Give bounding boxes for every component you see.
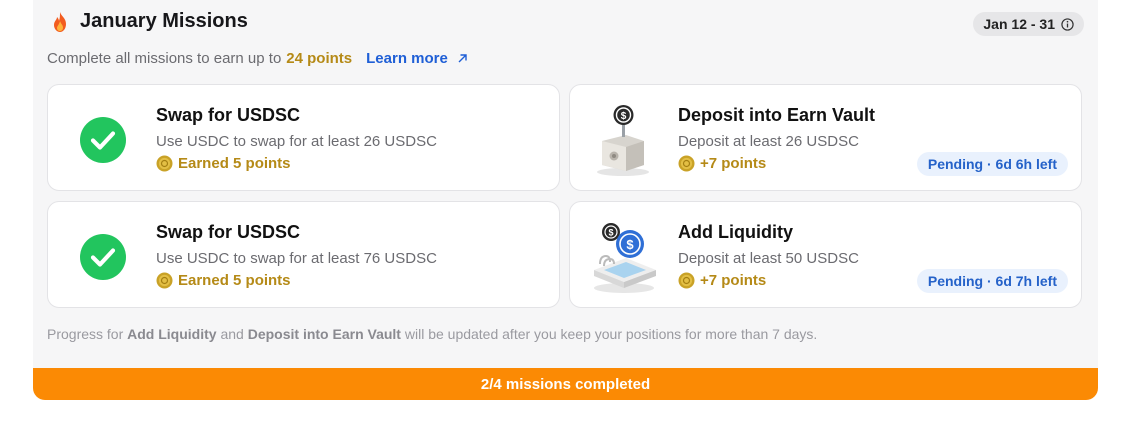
arrow-up-right-icon xyxy=(458,54,467,63)
note-suffix: will be updated after you keep your posi… xyxy=(404,326,818,342)
svg-text:$: $ xyxy=(626,237,634,252)
mission-points-label: Earned 5 points xyxy=(178,155,291,172)
learn-more-label: Learn more xyxy=(366,50,448,67)
check-circle-icon xyxy=(80,117,126,163)
mission-title: Swap for USDSC xyxy=(156,105,301,125)
date-range-badge[interactable]: Jan 12 - 31 xyxy=(973,12,1084,36)
fire-icon xyxy=(54,11,66,32)
subtitle: Complete all missions to earn up to 24 p… xyxy=(47,50,468,67)
mission-points: Earned 5 points xyxy=(156,272,291,289)
coin-icon xyxy=(678,272,695,289)
mission-title: Swap for USDSC xyxy=(156,222,301,242)
mission-description: Deposit at least 26 USDSC xyxy=(678,133,859,150)
mission-points: +7 points xyxy=(678,272,766,289)
mission-card[interactable]: Swap for USDSC Use USDC to swap for at l… xyxy=(47,201,560,308)
page-title: January Missions xyxy=(80,10,248,32)
safe-illustration: $ xyxy=(597,105,649,176)
note-prefix: Progress for xyxy=(47,326,124,342)
note-and: and xyxy=(220,326,244,342)
progress-label: 2/4 missions completed xyxy=(480,375,651,393)
note-item-deposit-vault: Deposit into Earn Vault xyxy=(247,326,401,342)
subtitle-text: Complete all missions to earn up to xyxy=(47,50,282,67)
svg-text:$: $ xyxy=(621,111,627,122)
mission-points-label: +7 points xyxy=(700,155,767,172)
mission-card[interactable]: $ Deposit into Earn Vault Deposit at lea… xyxy=(569,84,1082,191)
mission-points: Earned 5 points xyxy=(156,155,291,172)
check-circle-icon xyxy=(80,234,126,280)
pending-badge: Pending · 6d 7h left xyxy=(916,269,1068,293)
mission-points-label: +7 points xyxy=(700,272,767,289)
progress-bar: 2/4 missions completed xyxy=(33,368,1098,400)
mission-points: +7 points xyxy=(678,155,766,172)
mission-title: Deposit into Earn Vault xyxy=(678,105,876,125)
learn-more-link[interactable]: Learn more xyxy=(366,50,468,67)
note-item-add-liquidity: Add Liquidity xyxy=(127,326,217,342)
svg-text:$: $ xyxy=(608,228,613,238)
progress-note: Progress for Add Liquidity and Deposit i… xyxy=(47,326,817,342)
panel-header: January Missions xyxy=(50,10,248,33)
coin-icon xyxy=(156,272,173,289)
coin-icon xyxy=(678,155,695,172)
pool-illustration: $ $ xyxy=(594,223,656,293)
pending-badge: Pending · 6d 6h left xyxy=(916,152,1068,176)
missions-panel: January Missions Jan 12 - 31 Complete al… xyxy=(33,0,1098,400)
mission-card[interactable]: Swap for USDSC Use USDC to swap for at l… xyxy=(47,84,560,191)
max-points: 24 points xyxy=(286,50,353,67)
info-icon[interactable] xyxy=(1061,17,1074,31)
coin-icon xyxy=(156,155,173,172)
date-range-label: Jan 12 - 31 xyxy=(983,16,1055,32)
mission-description: Deposit at least 50 USDSC xyxy=(678,250,859,267)
mission-points-label: Earned 5 points xyxy=(178,272,291,289)
mission-card[interactable]: $ $ Add Liquidity Deposit at least 50 US… xyxy=(569,201,1082,308)
mission-description: Use USDC to swap for at least 76 USDSC xyxy=(156,250,437,267)
mission-description: Use USDC to swap for at least 26 USDSC xyxy=(156,133,437,150)
mission-title: Add Liquidity xyxy=(678,222,793,242)
